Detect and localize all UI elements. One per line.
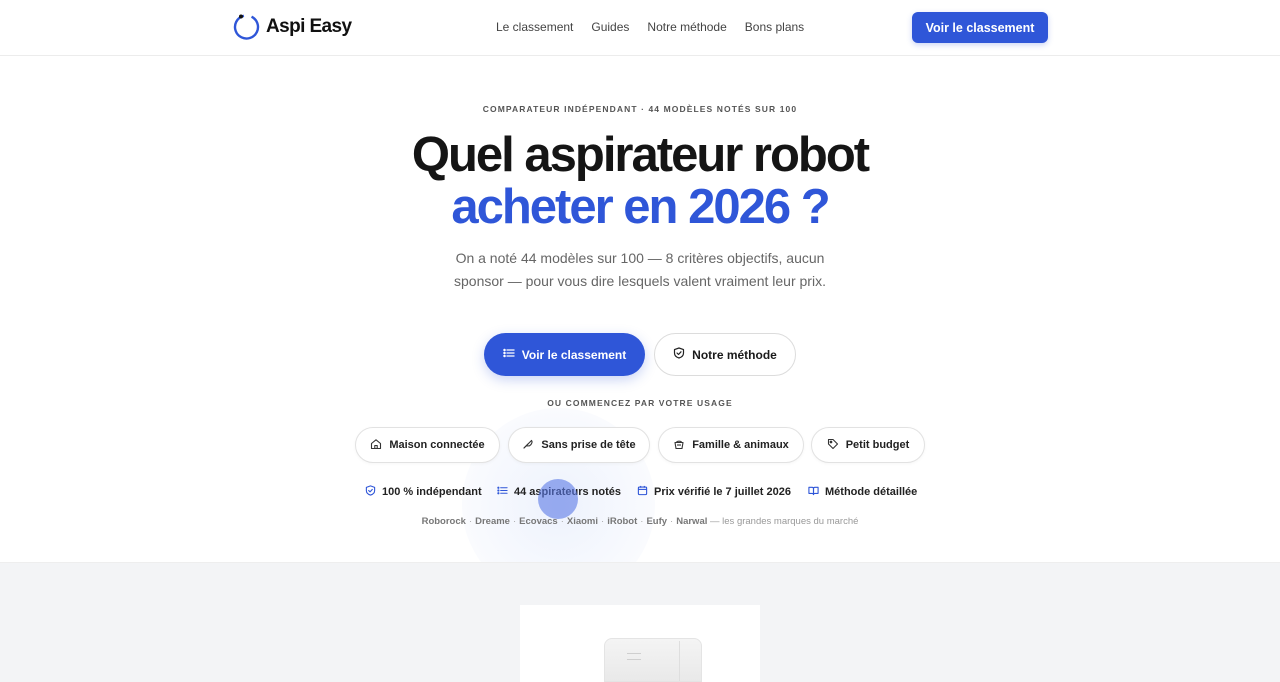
brand-list: Roborock · Dreame · Ecovacs · Xiaomi · iRobot · Eu… (421, 516, 859, 527)
chip-maison-connectee[interactable]: Maison connectée (355, 427, 500, 463)
usage-chips: Maison connectée Sans prise de tête Fami… (0, 427, 1280, 463)
primary-cta-button[interactable]: Voir le classement (484, 333, 645, 376)
hero-eyebrow: COMPARATEUR INDÉPENDANT · 44 MODÈLES NOT… (482, 104, 798, 114)
site-header: Aspi Easy Le classement Guides Notre mét… (0, 0, 1280, 56)
feather-icon (522, 438, 534, 453)
brand-list-tail: — les grandes marques du marché (710, 516, 859, 527)
secondary-cta-label: Notre méthode (692, 347, 777, 362)
list-icon (497, 485, 508, 499)
brand-name: Roborock (421, 516, 466, 527)
chip-label: Famille & animaux (692, 439, 789, 451)
nav-bons-plans[interactable]: Bons plans (745, 20, 804, 34)
nav-classement[interactable]: Le classement (496, 20, 573, 34)
calendar-icon (637, 485, 648, 499)
brand-name: Narwal (676, 516, 708, 527)
trust-label: 100 % indépendant (382, 486, 482, 498)
usage-label: OU COMMENCEZ PAR VOTRE USAGE (547, 398, 733, 408)
nav-methode[interactable]: Notre méthode (647, 20, 726, 34)
trust-label: Prix vérifié le 7 juillet 2026 (654, 486, 791, 498)
chip-label: Sans prise de tête (541, 439, 636, 451)
shield-icon (365, 485, 376, 499)
chip-sans-prise-de-tete[interactable]: Sans prise de tête (508, 427, 650, 463)
chip-label: Petit budget (845, 439, 910, 451)
logo[interactable]: Aspi Easy (233, 13, 352, 40)
brand-name: Ecovacs (519, 516, 558, 527)
paw-icon (673, 438, 685, 453)
trust-item-prix: Prix vérifié le 7 juillet 2026 (637, 485, 791, 499)
tag-icon (827, 438, 839, 453)
brand-name: iRobot (607, 516, 638, 527)
chip-famille-animaux[interactable]: Famille & animaux (658, 427, 804, 463)
trust-item-independant: 100 % indépendant (365, 485, 482, 499)
brand-name: Xiaomi (566, 516, 599, 527)
chip-label: Maison connectée (389, 439, 485, 451)
shield-icon (673, 347, 685, 362)
hero-lead: On a noté 44 modèles sur 100 — 8 critère… (454, 250, 826, 289)
list-icon (502, 347, 515, 362)
brand-name: Aspi Easy (266, 15, 352, 37)
trust-bar: 100 % indépendant 44 aspirateurs notés P… (0, 485, 1280, 499)
robot-vacuum-image (604, 638, 702, 682)
book-icon (808, 485, 819, 499)
trust-item-methode[interactable]: Méthode détaillée (808, 485, 917, 499)
trust-label: 44 aspirateurs notés (514, 486, 621, 498)
trust-item-notes: 44 aspirateurs notés (497, 485, 621, 499)
secondary-cta-button[interactable]: Notre méthode (654, 333, 796, 376)
primary-cta-label: Voir le classement (521, 347, 627, 362)
nav-guides[interactable]: Guides (591, 20, 629, 34)
header-cta-button[interactable]: Voir le classement (912, 12, 1048, 43)
trust-label: Méthode détaillée (825, 486, 918, 498)
home-icon (370, 438, 382, 453)
main-nav: Le classement Guides Notre méthode Bons … (496, 20, 804, 34)
logo-ring-icon (233, 13, 260, 40)
hero-title-line1: Quel aspirateur robot (411, 128, 870, 182)
chip-petit-budget[interactable]: Petit budget (811, 427, 925, 463)
brand-name: Eufy (646, 516, 668, 527)
brand-name: Dreame (475, 516, 510, 527)
hero-title-line2: acheter en 2026 ? (451, 180, 830, 234)
